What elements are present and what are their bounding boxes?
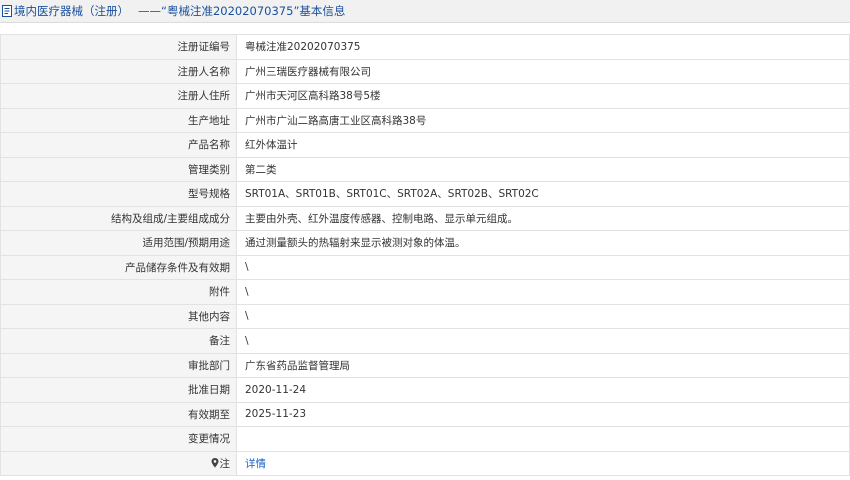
field-value: \ xyxy=(236,279,850,305)
field-value: 粤械注准20202070375 xyxy=(236,34,850,60)
details-link[interactable]: 详情 xyxy=(245,458,266,470)
field-label: 注册证编号 xyxy=(0,34,237,60)
field-label: 有效期至 xyxy=(0,401,237,427)
field-value: 2020-11-24 xyxy=(236,377,850,403)
table-row: 生产地址 广州市广汕二路高唐工业区高科路38号 xyxy=(0,107,850,133)
table-row: 型号规格 SRT01A、SRT01B、SRT01C、SRT02A、SRT02B、S… xyxy=(0,181,850,207)
header-category: 境内医疗器械（注册） xyxy=(14,4,129,18)
table-row: 变更情况 xyxy=(0,426,850,452)
field-label: 附件 xyxy=(0,279,237,305)
table-row: 产品储存条件及有效期 \ xyxy=(0,254,850,280)
field-value: 广州市广汕二路高唐工业区高科路38号 xyxy=(236,107,850,133)
field-label: 备注 xyxy=(0,328,237,354)
field-label: 产品名称 xyxy=(0,132,237,158)
table-row: 审批部门 广东省药品监督管理局 xyxy=(0,352,850,378)
field-value: 2025-11-23 xyxy=(236,401,850,427)
field-label: 适用范围/预期用途 xyxy=(0,230,237,256)
table-row: 适用范围/预期用途 通过测量额头的热辐射来显示被测对象的体温。 xyxy=(0,230,850,256)
field-value: 红外体温计 xyxy=(236,132,850,158)
field-label: 变更情况 xyxy=(0,426,237,452)
table-row: 注册证编号 粤械注准20202070375 xyxy=(0,34,850,60)
note-row: 注 详情 xyxy=(0,450,850,476)
field-label: 型号规格 xyxy=(0,181,237,207)
page-header: 境内医疗器械（注册） —— “粤械注准20202070375”基本信息 xyxy=(0,0,850,23)
field-value: 广州三瑞医疗器械有限公司 xyxy=(236,58,850,84)
field-label: 注册人名称 xyxy=(0,58,237,84)
field-label: 结构及组成/主要组成成分 xyxy=(0,205,237,231)
note-label-cell: 注 xyxy=(0,450,237,476)
field-value: 主要由外壳、红外温度传感器、控制电路、显示单元组成。 xyxy=(236,205,850,231)
field-label: 审批部门 xyxy=(0,352,237,378)
table-row: 批准日期 2020-11-24 xyxy=(0,377,850,403)
table-row: 有效期至 2025-11-23 xyxy=(0,401,850,427)
header-title: “粤械注准20202070375”基本信息 xyxy=(161,4,346,18)
note-label: 注 xyxy=(219,457,231,470)
field-value: SRT01A、SRT01B、SRT01C、SRT02A、SRT02B、SRT02… xyxy=(236,181,850,207)
map-pin-icon xyxy=(211,457,218,468)
field-label: 产品储存条件及有效期 xyxy=(0,254,237,280)
field-value xyxy=(236,426,850,452)
field-value: 通过测量额头的热辐射来显示被测对象的体温。 xyxy=(236,230,850,256)
table-row: 结构及组成/主要组成成分 主要由外壳、红外温度传感器、控制电路、显示单元组成。 xyxy=(0,205,850,231)
field-value: \ xyxy=(236,303,850,329)
field-value: \ xyxy=(236,328,850,354)
table-row: 备注 \ xyxy=(0,328,850,354)
info-table: 注册证编号 粤械注准20202070375 注册人名称 广州三瑞医疗器械有限公司 注册人… xyxy=(0,34,850,476)
table-row: 附件 \ xyxy=(0,279,850,305)
field-label: 生产地址 xyxy=(0,107,237,133)
field-value: 第二类 xyxy=(236,156,850,182)
document-icon xyxy=(2,5,12,17)
field-label: 注册人住所 xyxy=(0,83,237,109)
note-value-cell: 详情 xyxy=(236,450,850,476)
field-label: 管理类别 xyxy=(0,156,237,182)
field-value: \ xyxy=(236,254,850,280)
field-label: 批准日期 xyxy=(0,377,237,403)
field-value: 广州市天河区高科路38号5楼 xyxy=(236,83,850,109)
field-value: 广东省药品监督管理局 xyxy=(236,352,850,378)
field-label: 其他内容 xyxy=(0,303,237,329)
table-row: 管理类别 第二类 xyxy=(0,156,850,182)
table-row: 其他内容 \ xyxy=(0,303,850,329)
header-separator: —— xyxy=(138,4,161,18)
table-row: 产品名称 红外体温计 xyxy=(0,132,850,158)
table-row: 注册人名称 广州三瑞医疗器械有限公司 xyxy=(0,58,850,84)
table-row: 注册人住所 广州市天河区高科路38号5楼 xyxy=(0,83,850,109)
